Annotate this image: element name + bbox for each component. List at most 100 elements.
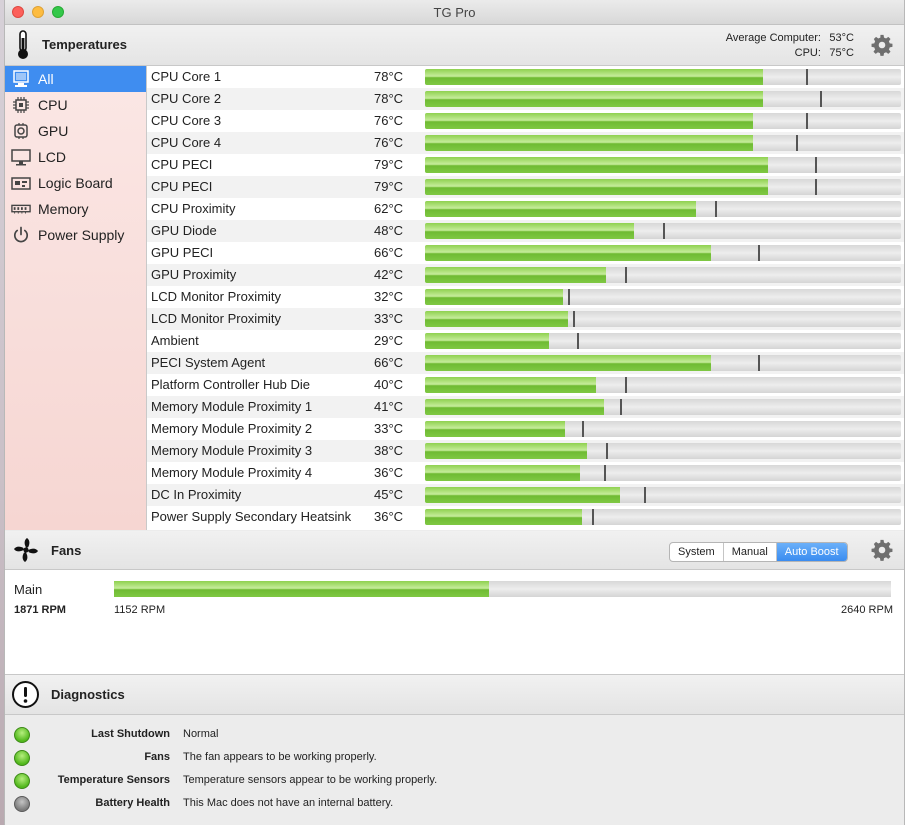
sensor-temperature: 36°C [374,509,404,524]
sensor-temperature-bar [425,91,901,107]
sensor-row[interactable]: Memory Module Proximity 1 41°C [147,396,904,418]
sensor-temperature-bar [425,245,901,261]
sensor-temperature-fill [425,223,634,239]
sensor-temperature-fill [425,333,549,349]
sensor-temperature: 45°C [374,487,404,502]
fan-current-rpm: 1871 RPM [14,604,66,616]
sensor-row[interactable]: CPU Core 2 78°C [147,88,904,110]
sensor-temperature-bar [425,443,901,459]
sensor-temperature: 42°C [374,267,404,282]
sensor-temperature-fill [425,113,753,129]
title-bar[interactable]: TG Pro [5,0,904,25]
sensor-max-marker [820,91,822,107]
sensor-temperature: 76°C [374,135,404,150]
sensor-name: CPU Proximity [151,201,236,216]
sensor-max-marker [625,377,627,393]
sensor-row[interactable]: GPU PECI 66°C [147,242,904,264]
sensor-category-sidebar: All CPU GPU LCD Logic Board Memory Power… [5,66,147,530]
sensor-row[interactable]: CPU Core 4 76°C [147,132,904,154]
sensor-row[interactable]: PECI System Agent 66°C [147,352,904,374]
sensor-row[interactable]: GPU Proximity 42°C [147,264,904,286]
sidebar-item-gpu[interactable]: GPU [5,118,146,144]
sidebar-item-label: Power Supply [38,227,125,243]
temperatures-settings-gear-icon[interactable] [871,34,893,56]
sensor-row[interactable]: LCD Monitor Proximity 33°C [147,308,904,330]
sensor-row[interactable]: LCD Monitor Proximity 32°C [147,286,904,308]
sensor-row[interactable]: Memory Module Proximity 4 36°C [147,462,904,484]
sidebar-item-all[interactable]: All [5,66,146,92]
sensor-row[interactable]: Power Supply Secondary Heatsink 36°C [147,506,904,528]
window-title: TG Pro [433,5,476,20]
sensor-temperature: 33°C [374,421,404,436]
sensor-row[interactable]: Memory Module Proximity 2 33°C [147,418,904,440]
average-computer-value: 53°C [829,32,854,44]
fan-mode-system-button[interactable]: System [670,543,724,561]
sensor-row[interactable]: CPU Core 3 76°C [147,110,904,132]
sensor-name: CPU PECI [151,179,213,194]
sensor-max-marker [620,399,622,415]
sidebar-item-memory[interactable]: Memory [5,196,146,222]
sidebar-item-label: LCD [38,149,67,165]
sensor-temperature-fill [425,443,587,459]
sensor-temperature: 76°C [374,113,404,128]
sensor-max-marker [625,267,627,283]
sensor-row[interactable]: Ambient 29°C [147,330,904,352]
sensor-max-marker [796,135,798,151]
sensor-max-marker [644,487,646,503]
fans-title: Fans [51,543,82,558]
sensor-row[interactable]: DC In Proximity 45°C [147,484,904,506]
sensor-temperature: 32°C [374,289,404,304]
sensor-temperature-bar [425,267,901,283]
sensor-temperature-fill [425,311,568,327]
sensor-temperature-bar [425,223,901,239]
sensor-max-marker [758,245,760,261]
cpu-average-label: CPU: [794,47,821,59]
sidebar-item-label: Logic Board [38,175,113,191]
sensor-row[interactable]: CPU PECI 79°C [147,154,904,176]
fan-mode-auto-boost-button[interactable]: Auto Boost [776,543,847,561]
sensor-temperature-fill [425,157,768,173]
sensor-temperature-bar [425,355,901,371]
temperature-summary: Average Computer: 53°C CPU: 75°C [726,31,854,61]
fans-settings-gear-icon[interactable] [871,539,893,561]
sensor-name: Platform Controller Hub Die [151,377,310,392]
sidebar-item-cpu[interactable]: CPU [5,92,146,118]
sensor-temperature-bar [425,465,901,481]
cpu-average-value: 75°C [829,47,854,59]
sensor-temperature-bar [425,421,901,437]
sensor-name: CPU Core 2 [151,91,222,106]
sensor-row[interactable]: CPU Proximity 62°C [147,198,904,220]
diagnostics-title: Diagnostics [51,687,125,702]
sensor-row[interactable]: Platform Controller Hub Die 40°C [147,374,904,396]
sensor-name: GPU PECI [151,245,214,260]
fans-header: Fans System Manual Auto Boost [5,531,904,570]
sidebar-item-power-supply[interactable]: Power Supply [5,222,146,248]
sensor-temperature-fill [425,267,606,283]
sensor-temperature-bar [425,509,901,525]
status-indicator-icon [14,727,30,743]
sensor-max-marker [606,443,608,459]
diagnostic-row-battery-health: Battery Health This Mac does not have an… [5,794,904,817]
sensor-name: LCD Monitor Proximity [151,289,282,304]
sensor-name: CPU Core 1 [151,69,222,84]
sensor-name: GPU Diode [151,223,217,238]
sensor-row[interactable]: Memory Module Proximity 3 38°C [147,440,904,462]
sensor-row[interactable]: CPU PECI 79°C [147,176,904,198]
diagnostic-row-fans: Fans The fan appears to be working prope… [5,748,904,771]
sensor-temperature: 78°C [374,91,404,106]
fan-mode-manual-button[interactable]: Manual [724,543,777,561]
warning-icon [12,681,39,708]
sensor-name: Ambient [151,333,199,348]
diagnostic-row-temperature-sensors: Temperature Sensors Temperature sensors … [5,771,904,794]
diagnostics-panel: Last Shutdown Normal Fans The fan appear… [5,715,904,825]
computer-icon [11,70,31,88]
temperature-sensor-list[interactable]: CPU Core 1 78°C CPU Core 2 78°C CPU Core 3 76… [147,66,904,530]
sensor-row[interactable]: CPU Core 1 78°C [147,66,904,88]
sensor-temperature-fill [425,201,696,217]
sensor-temperature-fill [425,487,620,503]
sidebar-item-logic-board[interactable]: Logic Board [5,170,146,196]
sensor-temperature-bar [425,201,901,217]
sensor-max-marker [592,509,594,525]
sensor-row[interactable]: GPU Diode 48°C [147,220,904,242]
sidebar-item-lcd[interactable]: LCD [5,144,146,170]
